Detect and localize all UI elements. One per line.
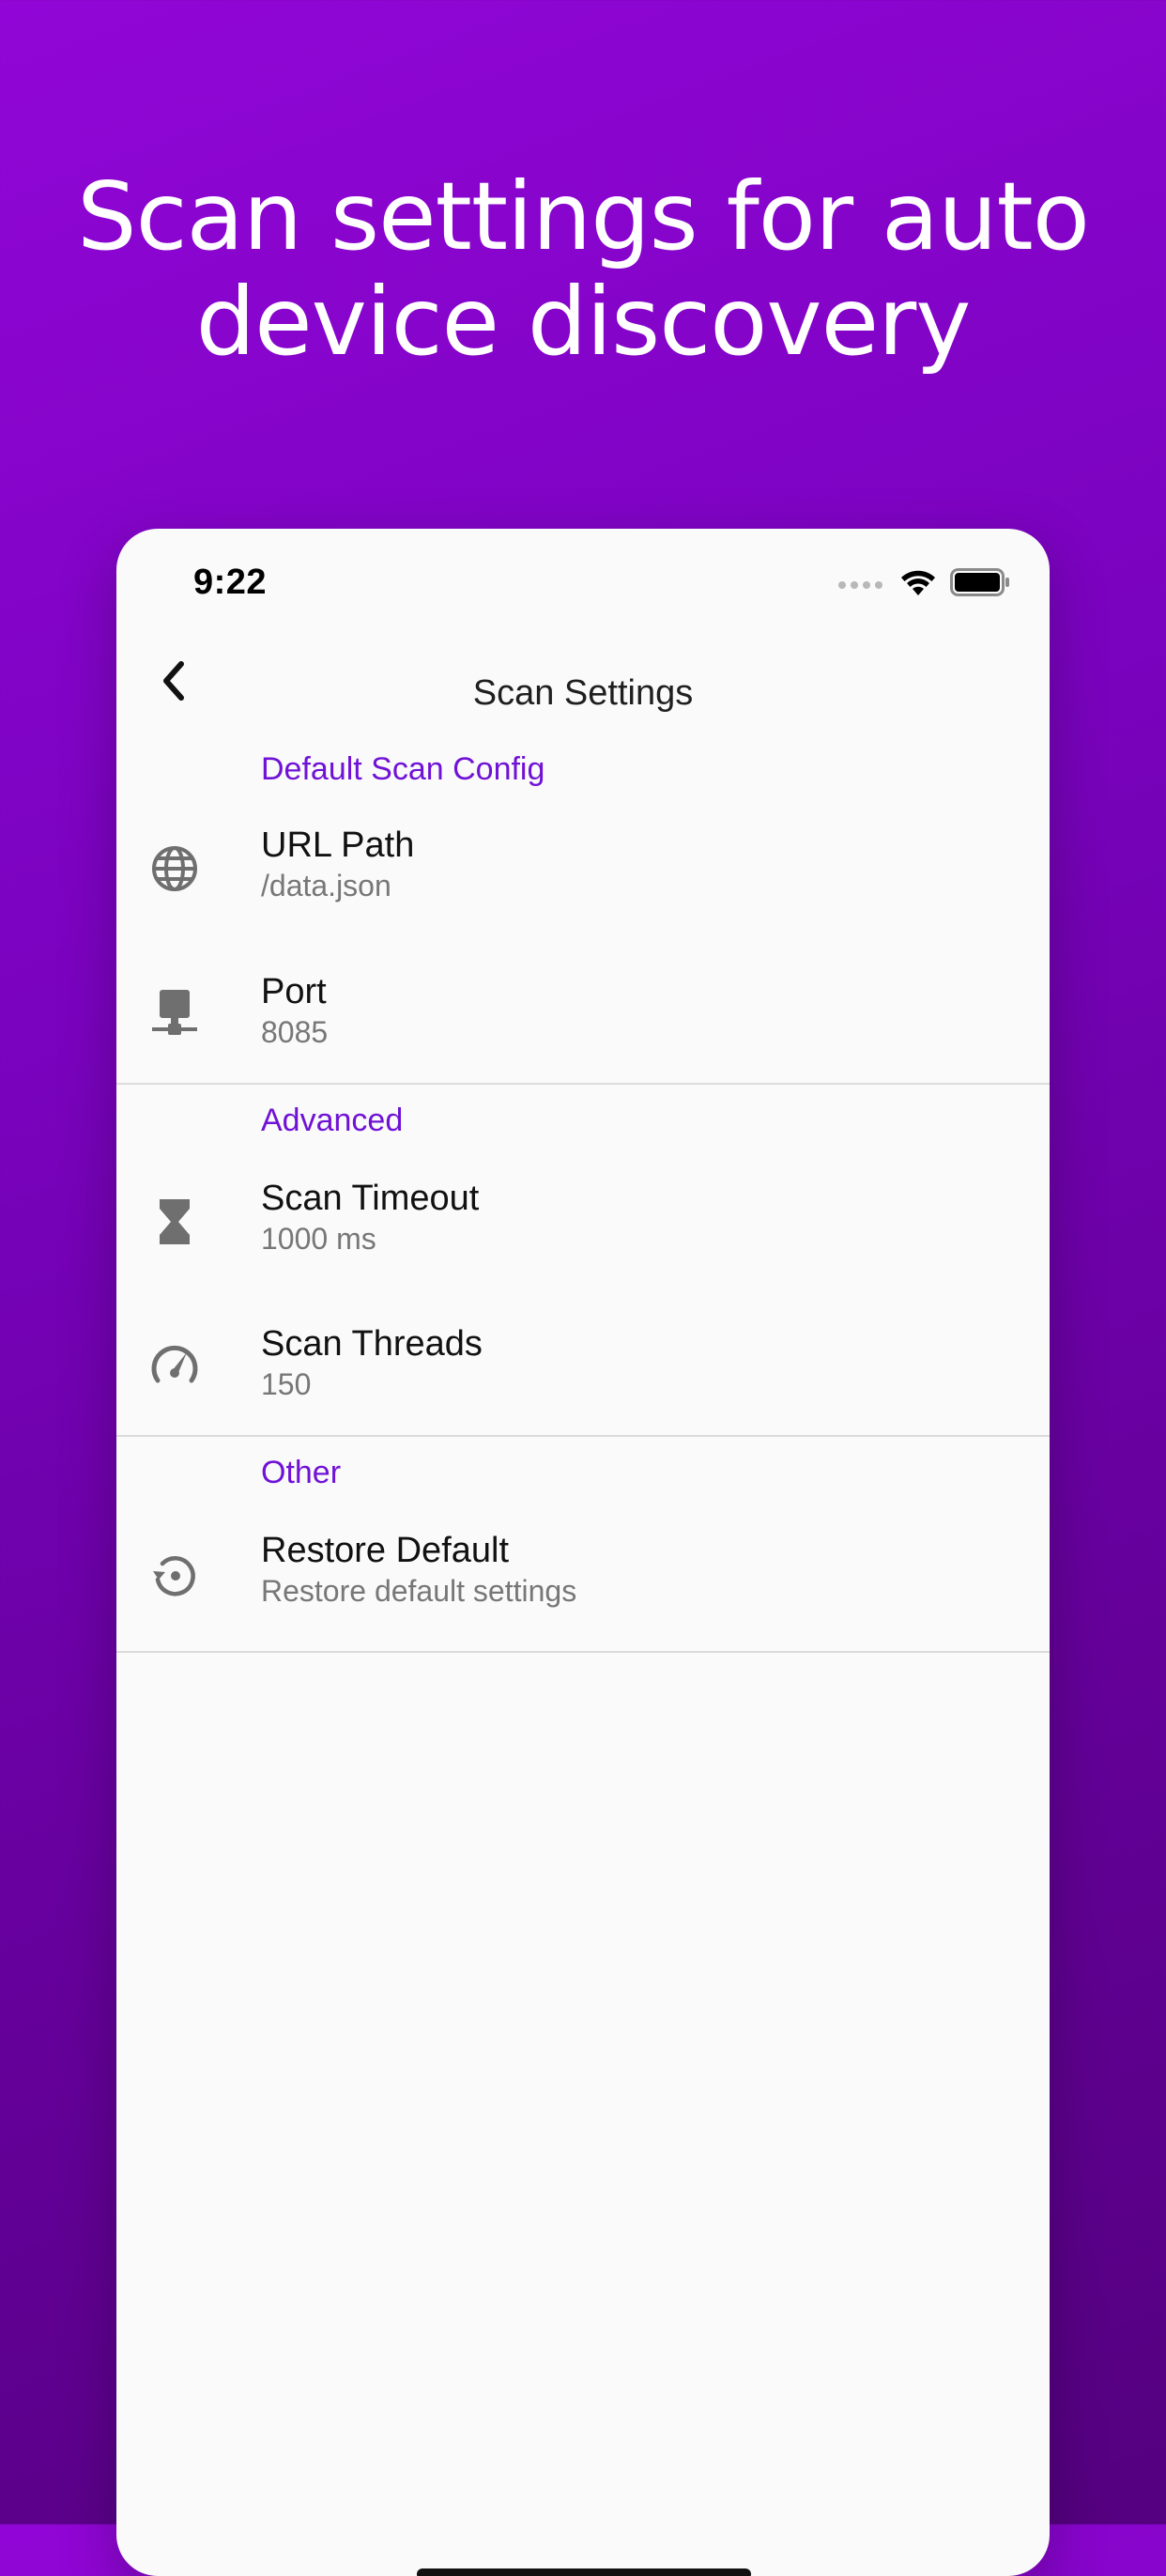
setting-title: URL Path [261, 825, 415, 865]
battery-icon [950, 568, 1010, 601]
setting-value: 1000 ms [261, 1222, 376, 1256]
setting-row-restore-default[interactable]: Restore Default Restore default settings [116, 1501, 1050, 1651]
promo-headline-line1: Scan settings for auto [77, 162, 1090, 271]
wifi-icon [899, 568, 937, 601]
cellular-signal-icon [838, 580, 882, 589]
hourglass-icon [145, 1192, 205, 1252]
setting-row-url-path[interactable]: URL Path /data.json [116, 795, 1050, 942]
navigation-bar: Scan Settings [116, 632, 1050, 735]
status-bar: 9:22 [116, 529, 1050, 632]
page-title: Scan Settings [472, 673, 694, 713]
home-indicator [417, 2568, 751, 2576]
section-default-scan-config: Default Scan Config URL Path /data.json [116, 735, 1050, 1085]
setting-row-port[interactable]: Port 8085 [116, 942, 1050, 1083]
network-port-icon [145, 982, 205, 1042]
promo-headline-line2: device discovery [195, 267, 972, 377]
status-time: 9:22 [193, 563, 268, 602]
promo-headline: Scan settings for auto device discovery [0, 164, 1166, 375]
setting-value: 8085 [261, 1015, 329, 1049]
section-other: Other Restore Default Restore default se… [116, 1437, 1050, 1653]
section-advanced: Advanced Scan Timeout 1000 ms Scan Threa… [116, 1085, 1050, 1437]
phone-screen: 9:22 Scan Settings Default Scan Config U… [116, 529, 1050, 2576]
setting-title: Scan Timeout [261, 1179, 480, 1218]
speedometer-icon [145, 1334, 205, 1395]
setting-row-scan-timeout[interactable]: Scan Timeout 1000 ms [116, 1149, 1050, 1294]
setting-title: Restore Default [261, 1531, 510, 1570]
setting-value: Restore default settings [261, 1574, 577, 1608]
restore-icon [145, 1546, 205, 1606]
setting-title: Port [261, 972, 327, 1011]
section-header: Default Scan Config [261, 751, 545, 787]
setting-title: Scan Threads [261, 1324, 483, 1364]
section-header: Other [261, 1455, 342, 1490]
setting-row-scan-threads[interactable]: Scan Threads 150 [116, 1294, 1050, 1435]
setting-value: 150 [261, 1367, 312, 1401]
section-header: Advanced [261, 1103, 404, 1138]
globe-icon [145, 839, 205, 899]
setting-value: /data.json [261, 869, 391, 902]
status-icons [838, 568, 1010, 601]
